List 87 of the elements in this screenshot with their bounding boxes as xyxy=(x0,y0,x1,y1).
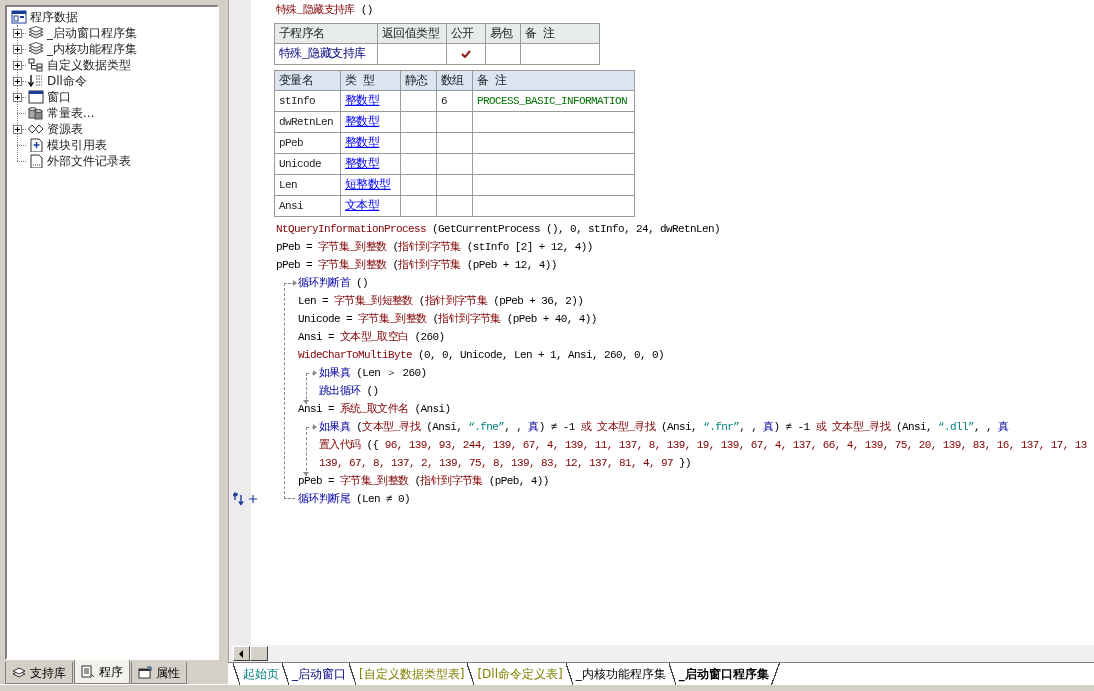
subroutine-title: 特殊_隐藏支持库 xyxy=(276,4,355,16)
table-cell: PROCESS_BASIC_INFORMATION xyxy=(472,90,635,112)
books-icon xyxy=(12,666,26,679)
tab-divider-icon xyxy=(348,662,357,685)
tree-item[interactable]: 窗口 xyxy=(47,88,71,106)
table-cell: 特殊_隐藏支持库 xyxy=(274,43,378,65)
tree-item[interactable]: Dll命令 xyxy=(47,72,87,90)
tree-item[interactable]: 外部文件记录表 xyxy=(47,152,131,170)
table-cell: dwRetnLen xyxy=(274,111,341,133)
expand-icon[interactable] xyxy=(13,76,22,86)
column-header: 静态 xyxy=(400,70,437,91)
code-line: 循环判断首 () xyxy=(298,276,370,291)
list-arrow-icon xyxy=(28,74,44,88)
flow-line xyxy=(306,427,315,476)
column-header: 公开 xyxy=(446,23,486,44)
expand-icon[interactable] xyxy=(13,92,22,102)
document-icon xyxy=(28,154,44,168)
code-line: 循环判断尾 (Len ≠ 0) xyxy=(298,492,412,507)
panel-tab[interactable]: 属性 xyxy=(131,662,187,684)
tree-item[interactable]: 模块引用表 xyxy=(47,136,107,154)
project-icon xyxy=(11,10,27,24)
left-arrow-icon xyxy=(239,649,244,658)
tab-divider-icon xyxy=(564,662,574,685)
tree-item[interactable]: 资源表 xyxy=(47,120,83,138)
column-header: 子程序名 xyxy=(274,23,378,44)
column-header: 备 注 xyxy=(472,70,635,91)
table-cell: Len xyxy=(274,174,341,196)
editor-tab[interactable]: [自定义数据类型表] xyxy=(348,662,467,685)
expand-icon[interactable] xyxy=(13,44,22,54)
editor-tab[interactable]: _启动窗口 xyxy=(281,662,348,685)
code-line: pPeb = 字节集_到整数 (指针到字节集 (pPeb, 4)) xyxy=(298,474,550,489)
tree-item[interactable]: 程序数据 xyxy=(30,8,78,26)
tree-item[interactable]: _内核功能程序集 xyxy=(47,40,137,58)
editor-tab[interactable]: _启动窗口程序集 xyxy=(667,662,780,685)
scrollbar-thumb[interactable] xyxy=(250,646,268,661)
tab-divider-icon xyxy=(770,662,780,685)
tab-divider-icon xyxy=(466,662,476,685)
tab-divider-icon xyxy=(281,662,290,685)
table-cell: 6 xyxy=(436,90,473,112)
code-line: NtQueryInformationProcess (GetCurrentProcess (), 0, stInfo, 24, dwRetnLen) xyxy=(276,222,722,237)
books-icon xyxy=(28,42,44,56)
code-line: Len = 字节集_到短整数 (指针到字节集 (pPeb + 36, 2)) xyxy=(298,294,585,309)
column-header: 类 型 xyxy=(340,70,401,91)
editor-tab[interactable]: 起始页 xyxy=(232,662,281,685)
code-line: pPeb = 字节集_到整数 (指针到字节集 (stInfo [2] + 12, 4)) xyxy=(276,240,594,255)
column-header: 数组 xyxy=(436,70,473,91)
panel-tab[interactable]: 支持库 xyxy=(5,662,73,684)
module-document-icon xyxy=(28,138,44,152)
table-cell: pPeb xyxy=(274,132,341,154)
code-line: Unicode = 字节集_到整数 (指针到字节集 (pPeb + 40, 4)) xyxy=(298,312,598,327)
structure-icon xyxy=(28,58,44,72)
document-icon xyxy=(81,665,95,678)
tree-item[interactable]: _启动窗口程序集 xyxy=(47,24,137,42)
scroll-left-button[interactable] xyxy=(233,646,250,661)
expand-icon[interactable] xyxy=(13,28,22,38)
column-header: 返回值类型 xyxy=(377,23,447,44)
editor-tab[interactable]: [Dll命令定义表] xyxy=(466,662,565,685)
column-header: 备 注 xyxy=(520,23,600,44)
tab-divider-icon xyxy=(232,662,241,685)
window-icon xyxy=(138,666,152,679)
books-icon xyxy=(28,26,44,40)
code-line: 置入代码 ({ 96, 139, 93, 244, 139, 67, 4, 139, 11, 137, 8, 139, 19, 139, 67, 4, 137, 66, 4, 139, 75, 20, 139, 83, 16, 137, 17, 13 xyxy=(319,438,1088,453)
editor-tab[interactable]: _内核功能程序集 xyxy=(564,662,668,685)
column-header: 变量名 xyxy=(274,70,341,91)
code-line: pPeb = 字节集_到整数 (指针到字节集 (pPeb + 12, 4)) xyxy=(276,258,558,273)
parameter-list: () xyxy=(360,4,373,16)
flow-line xyxy=(306,373,315,404)
panel-tab[interactable]: 程序 xyxy=(74,660,130,684)
code-line: 如果真 (文本型_寻找 (Ansi, “.fne”, , 真) ≠ -1 或 文本型_寻找 (Ansi, “.fnr”, , 真) ≠ -1 或 文本型_寻找 (Ansi, “.dll”, , 真 xyxy=(319,420,1010,435)
code-line: Ansi = 系统_取文件名 (Ansi) xyxy=(298,402,452,417)
tree-item[interactable]: 自定义数据类型 xyxy=(47,56,131,74)
window-icon xyxy=(28,90,44,104)
diamonds-icon xyxy=(28,122,44,136)
tree-item[interactable]: 常量表... xyxy=(47,104,95,122)
cylinders-icon xyxy=(28,106,44,120)
table-cell: stInfo xyxy=(274,90,341,112)
expand-icon[interactable] xyxy=(13,60,22,70)
column-header: 易包 xyxy=(485,23,521,44)
table-cell: Ansi xyxy=(274,195,341,217)
code-line: 139, 67, 8, 137, 2, 139, 75, 8, 139, 83, 12, 137, 81, 4, 97 }) xyxy=(319,456,693,471)
table-cell: Unicode xyxy=(274,153,341,175)
tab-divider-icon xyxy=(667,662,677,685)
code-line: 跳出循环 () xyxy=(319,384,380,399)
expand-icon[interactable] xyxy=(13,124,22,134)
code-line: 如果真 (Len ＞ 260) xyxy=(319,366,428,381)
code-line: WideCharToMultiByte (0, 0, Unicode, Len + 1, Ansi, 260, 0, 0) xyxy=(298,348,666,363)
code-line: Ansi = 文本型_取空白 (260) xyxy=(298,330,446,345)
